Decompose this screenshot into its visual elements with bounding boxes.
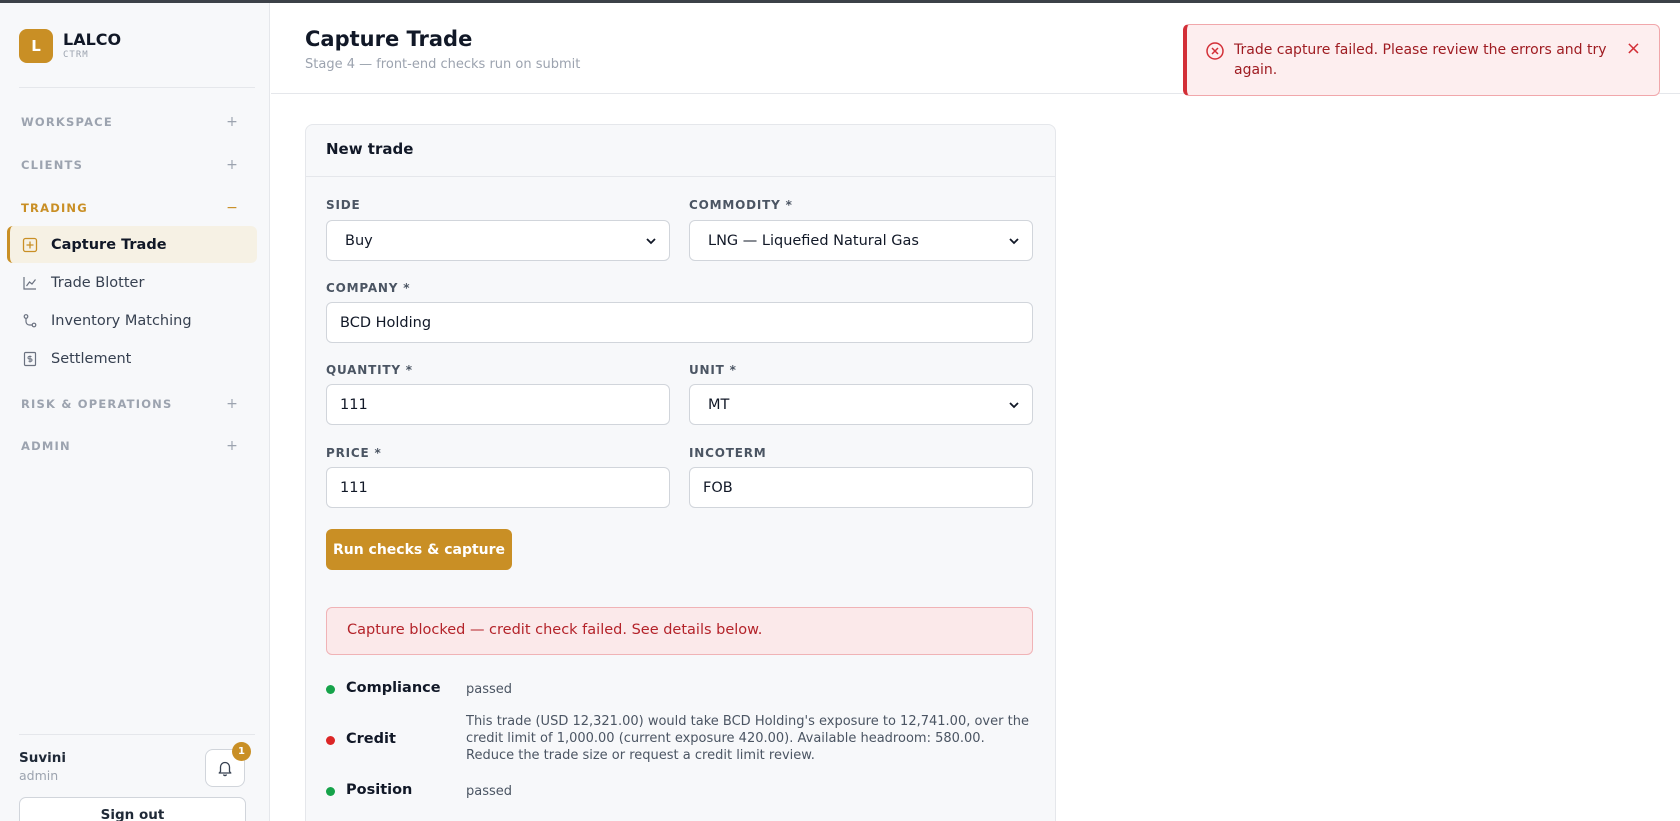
side-select[interactable]: Buy bbox=[326, 220, 670, 261]
check-name: Credit bbox=[346, 731, 396, 747]
section-label: ADMIN bbox=[21, 439, 71, 453]
plus-square-icon bbox=[21, 236, 39, 254]
credit-blocked-alert: Capture blocked — credit check failed. S… bbox=[326, 607, 1033, 655]
bell-icon bbox=[218, 761, 232, 777]
divider bbox=[19, 87, 255, 88]
price-value: 111 bbox=[340, 479, 368, 496]
company-label: COMPANY * bbox=[326, 281, 411, 295]
incoterm-label: INCOTERM bbox=[689, 446, 767, 460]
card-title: New trade bbox=[326, 140, 414, 158]
company-field[interactable]: BCD Holding bbox=[326, 302, 1033, 343]
unit-select[interactable]: MT bbox=[689, 384, 1033, 425]
sign-out-button[interactable]: Sign out bbox=[19, 797, 246, 821]
error-toast: Trade capture failed. Please review the … bbox=[1183, 24, 1660, 96]
toast-message: Trade capture failed. Please review the … bbox=[1234, 42, 1607, 78]
section-label: WORKSPACE bbox=[21, 115, 113, 129]
brand-name: LALCO bbox=[63, 30, 122, 49]
sidebar-item-label: Settlement bbox=[51, 350, 132, 367]
run-checks-capture-button[interactable]: Run checks & capture bbox=[326, 529, 512, 570]
sidebar-item-label: Capture Trade bbox=[51, 236, 167, 253]
user-role: admin bbox=[19, 768, 59, 783]
section-trading[interactable]: TRADING − bbox=[21, 198, 243, 218]
commodity-select[interactable]: LNG — Liquefied Natural Gas bbox=[689, 220, 1033, 261]
quantity-value: 111 bbox=[340, 396, 368, 413]
expand-icon: + bbox=[226, 438, 239, 454]
status-dot-passed bbox=[326, 685, 335, 694]
check-row-compliance: Compliance passed bbox=[326, 680, 1033, 704]
status-dot-passed bbox=[326, 787, 335, 796]
section-label: CLIENTS bbox=[21, 158, 84, 172]
sidebar-item-trade-blotter[interactable]: Trade Blotter bbox=[7, 264, 257, 301]
quantity-label: QUANTITY * bbox=[326, 363, 413, 377]
check-row-position: Position passed bbox=[326, 782, 1033, 806]
receipt-icon bbox=[21, 350, 39, 368]
divider bbox=[19, 734, 255, 735]
sidebar-item-label: Trade Blotter bbox=[51, 274, 145, 291]
company-value: BCD Holding bbox=[340, 314, 432, 331]
sidebar: L LALCO CTRM WORKSPACE + CLIENTS + TRADI… bbox=[0, 3, 270, 821]
commodity-label: COMMODITY * bbox=[689, 198, 793, 212]
chevron-down-icon bbox=[1009, 402, 1019, 409]
incoterm-value: FOB bbox=[703, 479, 733, 496]
new-trade-card: New trade SIDE Buy COMMODITY * LNG — Liq… bbox=[305, 124, 1056, 821]
check-detail: This trade (USD 12,321.00) would take BC… bbox=[466, 714, 1029, 763]
section-clients[interactable]: CLIENTS + bbox=[21, 155, 243, 175]
user-name: Suvini bbox=[19, 750, 66, 766]
section-risk-operations[interactable]: RISK & OPERATIONS + bbox=[21, 394, 243, 414]
page-title: Capture Trade bbox=[305, 27, 473, 51]
chevron-down-icon bbox=[1009, 238, 1019, 245]
check-detail: passed bbox=[466, 784, 513, 799]
expand-icon: + bbox=[226, 157, 239, 173]
error-circle-icon bbox=[1206, 42, 1224, 60]
brand[interactable]: L LALCO CTRM bbox=[19, 29, 121, 63]
sidebar-item-capture-trade[interactable]: Capture Trade bbox=[7, 226, 257, 263]
unit-label: UNIT * bbox=[689, 363, 737, 377]
commodity-value: LNG — Liquefied Natural Gas bbox=[708, 232, 919, 249]
sidebar-item-settlement[interactable]: Settlement bbox=[7, 340, 257, 377]
sidebar-item-inventory-matching[interactable]: Inventory Matching bbox=[7, 302, 257, 339]
git-merge-icon bbox=[21, 312, 39, 330]
incoterm-field[interactable]: FOB bbox=[689, 467, 1033, 508]
notifications-button[interactable]: 1 bbox=[205, 742, 251, 787]
collapse-icon: − bbox=[226, 200, 239, 216]
side-value: Buy bbox=[345, 232, 373, 249]
sidebar-item-label: Inventory Matching bbox=[51, 312, 192, 329]
close-icon[interactable]: × bbox=[1626, 38, 1641, 59]
line-chart-icon bbox=[21, 274, 39, 292]
section-label: RISK & OPERATIONS bbox=[21, 397, 173, 411]
section-label: TRADING bbox=[21, 201, 88, 215]
check-name: Position bbox=[346, 782, 413, 798]
check-name: Compliance bbox=[346, 680, 441, 696]
notification-count-badge: 1 bbox=[232, 742, 251, 761]
brand-subtitle: CTRM bbox=[63, 50, 89, 60]
brand-logo: L bbox=[19, 29, 53, 63]
expand-icon: + bbox=[226, 114, 239, 130]
check-row-credit: Credit This trade (USD 12,321.00) would … bbox=[326, 713, 1033, 769]
section-workspace[interactable]: WORKSPACE + bbox=[21, 112, 243, 132]
side-label: SIDE bbox=[326, 198, 361, 212]
divider bbox=[306, 176, 1055, 177]
chevron-down-icon bbox=[646, 238, 656, 245]
expand-icon: + bbox=[226, 396, 239, 412]
price-label: PRICE * bbox=[326, 446, 382, 460]
section-admin[interactable]: ADMIN + bbox=[21, 436, 243, 456]
page-subtitle: Stage 4 — front-end checks run on submit bbox=[305, 57, 581, 72]
check-detail: passed bbox=[466, 682, 513, 697]
price-field[interactable]: 111 bbox=[326, 467, 670, 508]
unit-value: MT bbox=[708, 396, 730, 413]
quantity-field[interactable]: 111 bbox=[326, 384, 670, 425]
status-dot-failed bbox=[326, 736, 335, 745]
